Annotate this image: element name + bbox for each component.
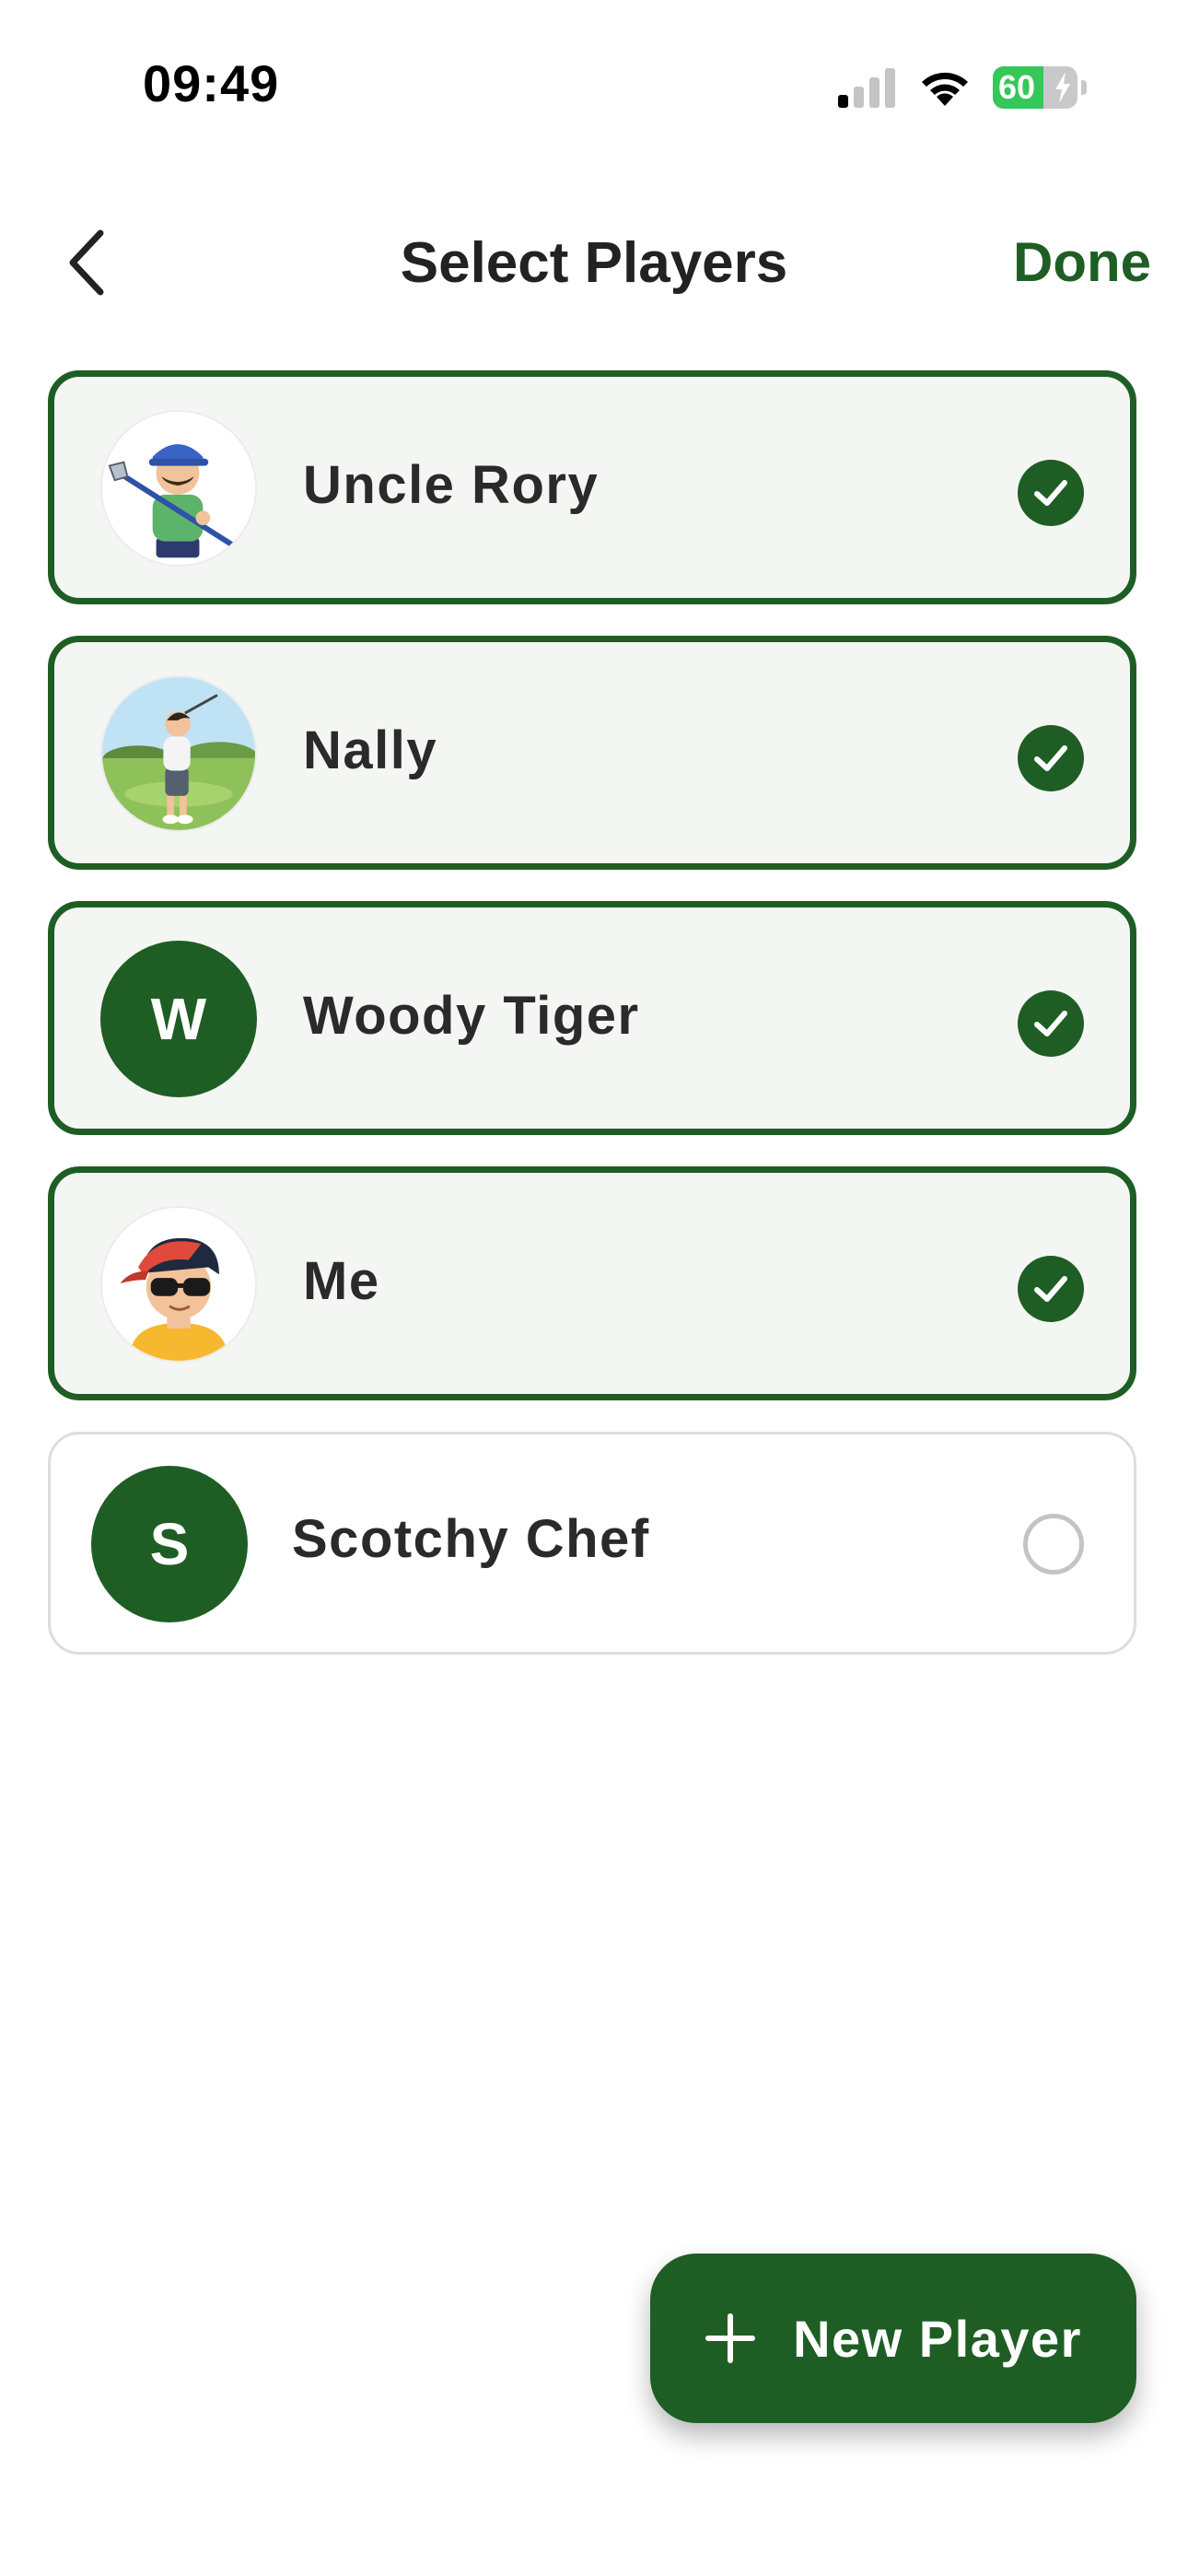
- new-player-label: New Player: [793, 2309, 1082, 2368]
- status-icons: 60: [836, 64, 1087, 111]
- player-name: Uncle Rory: [303, 455, 600, 515]
- golfer-cartoon-avatar: [100, 410, 257, 567]
- new-player-button[interactable]: New Player: [650, 2254, 1136, 2423]
- battery-percent-label: 60: [998, 68, 1036, 106]
- charging-bolt-icon: [1055, 72, 1070, 103]
- signal-icon: [838, 68, 895, 108]
- wifi-icon: [922, 72, 968, 106]
- checkmark-icon: [1018, 990, 1084, 1057]
- player-card-woody-tiger[interactable]: W Woody Tiger: [48, 901, 1136, 1135]
- player-name: Me: [303, 1251, 380, 1311]
- player-name: Woody Tiger: [303, 986, 640, 1046]
- nav-header: Select Players Done: [0, 212, 1188, 313]
- player-name: Nally: [303, 720, 438, 780]
- plus-icon: [705, 2313, 756, 2363]
- select-players-screen: 09:49 60 Select Players Done Uncle Rory …: [0, 0, 1188, 2576]
- status-bar: 09:49 60: [0, 0, 1188, 175]
- initial-avatar: W: [100, 941, 257, 1097]
- done-button[interactable]: Done: [1013, 230, 1151, 294]
- status-time: 09:49: [143, 54, 280, 112]
- unchecked-circle-icon: [1023, 1514, 1084, 1575]
- battery-icon: 60: [993, 66, 1077, 109]
- golfer-course-avatar: [100, 675, 257, 832]
- battery-tip: [1081, 80, 1087, 95]
- page-title: Select Players: [400, 231, 788, 295]
- player-card-uncle-rory[interactable]: Uncle Rory: [48, 370, 1136, 604]
- player-card-scotchy-chef[interactable]: S Scotchy Chef: [48, 1432, 1136, 1655]
- player-list: Uncle Rory Nally W Woody Tiger Me S Scot…: [48, 370, 1136, 1686]
- sunglasses-cap-avatar: [100, 1206, 257, 1363]
- player-name: Scotchy Chef: [292, 1509, 650, 1569]
- checkmark-icon: [1018, 460, 1084, 526]
- checkmark-icon: [1018, 1256, 1084, 1322]
- checkmark-icon: [1018, 725, 1084, 791]
- initial-avatar: S: [91, 1466, 248, 1622]
- player-card-nally[interactable]: Nally: [48, 636, 1136, 870]
- player-card-me[interactable]: Me: [48, 1166, 1136, 1400]
